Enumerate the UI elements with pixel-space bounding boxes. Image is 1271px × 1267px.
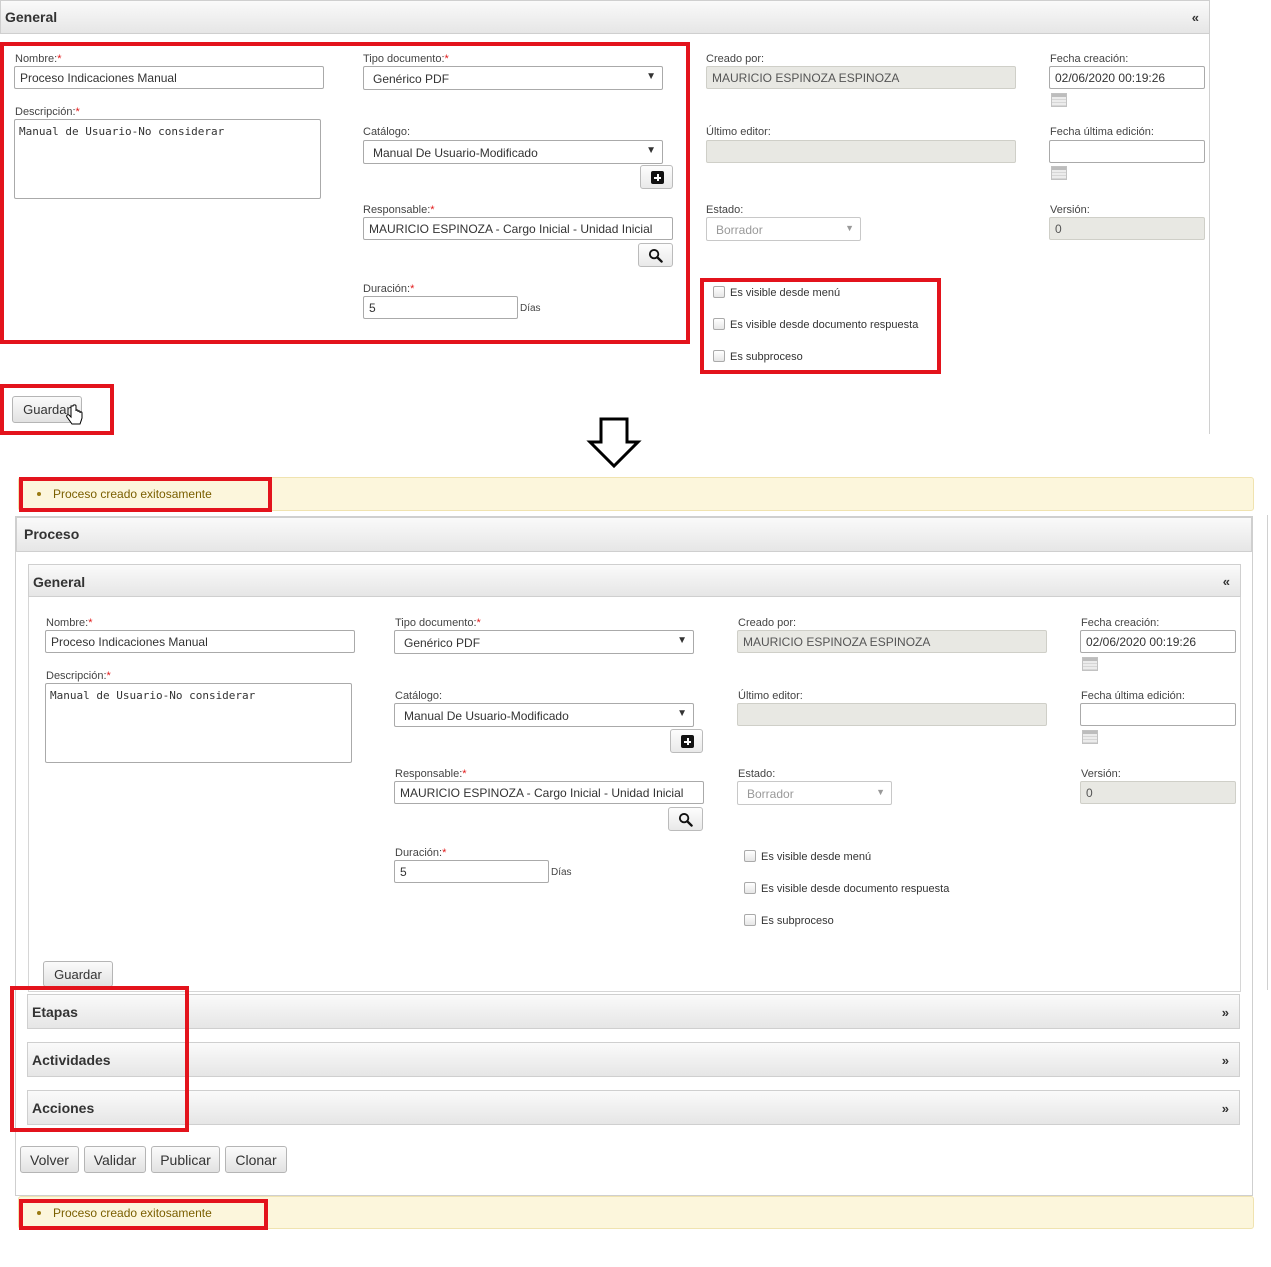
proceso-header: Proceso (16, 517, 1252, 552)
checkbox[interactable] (744, 882, 756, 894)
expand-icon[interactable]: » (1222, 1053, 1229, 1068)
search-icon (678, 812, 693, 827)
highlight-checkboxes (700, 278, 941, 374)
clonar-button[interactable]: Clonar (225, 1146, 287, 1173)
publicar-button[interactable]: Publicar (151, 1146, 220, 1173)
calendar-icon[interactable] (1051, 93, 1067, 107)
expand-icon[interactable]: » (1222, 1101, 1229, 1116)
general-panel-header[interactable]: General « (0, 0, 1210, 34)
fecha-creacion-input[interactable]: 02/06/2020 00:19:26 (1049, 66, 1205, 89)
fecha-ultima-edicion-input[interactable] (1049, 140, 1205, 163)
dropdown-arrow-icon: ▼ (845, 223, 854, 233)
estado-select: Borrador ▼ (706, 217, 861, 241)
duracion-label: Duración:* (395, 847, 447, 859)
nombre-label: Nombre:* (46, 617, 93, 629)
section-acciones[interactable]: Acciones » (27, 1090, 1240, 1125)
fecha-ultima-edicion-label: Fecha última edición: (1081, 690, 1185, 702)
responsable-input[interactable]: MAURICIO ESPINOZA - Cargo Inicial - Unid… (394, 781, 704, 804)
tipo-documento-label: Tipo documento:* (395, 617, 481, 629)
calendar-icon[interactable] (1082, 657, 1098, 671)
general-panel-header[interactable]: General « (28, 564, 1241, 597)
creado-por-label: Creado por: (706, 53, 765, 65)
dropdown-arrow-icon: ▼ (876, 787, 885, 797)
fecha-ultima-edicion-label: Fecha última edición: (1050, 126, 1154, 138)
fecha-creacion-input[interactable]: 02/06/2020 00:19:26 (1080, 630, 1236, 653)
duracion-unit: Días (551, 867, 572, 878)
ultimo-editor-label: Último editor: (738, 690, 803, 702)
section-etapas[interactable]: Etapas » (27, 994, 1240, 1029)
section-actividades[interactable]: Actividades » (27, 1042, 1240, 1077)
catalogo-select[interactable]: Manual De Usuario-Modificado ▼ (394, 703, 694, 727)
descripcion-textarea[interactable]: Manual de Usuario-No considerar (45, 683, 352, 763)
responsable-label: Responsable:* (395, 768, 467, 780)
fecha-ultima-edicion-input[interactable] (1080, 703, 1236, 726)
fecha-creacion-label: Fecha creación: (1050, 53, 1129, 65)
collapse-icon[interactable]: « (1192, 10, 1199, 25)
general-title: General (5, 9, 58, 25)
catalogo-label: Catálogo: (395, 690, 443, 702)
panel-right-border (1209, 34, 1210, 434)
plus-icon (681, 735, 694, 748)
down-arrow-icon (586, 417, 642, 469)
general-container (28, 564, 1241, 992)
version-field: 0 (1049, 217, 1205, 240)
highlight-guardar (0, 384, 114, 435)
creado-por-label: Creado por: (738, 617, 797, 629)
estado-label: Estado: (738, 768, 776, 780)
checkbox[interactable] (744, 850, 756, 862)
highlight-bottom-message (19, 1199, 268, 1230)
dropdown-arrow-icon: ▼ (677, 635, 687, 646)
right-edge-line (1267, 515, 1268, 990)
nombre-input[interactable]: Proceso Indicaciones Manual (45, 630, 355, 653)
ultimo-editor-label: Último editor: (706, 126, 771, 138)
calendar-icon[interactable] (1051, 166, 1067, 180)
checkbox-visible-documento-respuesta[interactable]: Es visible desde documento respuesta (744, 882, 949, 895)
calendar-icon[interactable] (1082, 730, 1098, 744)
checkbox[interactable] (744, 914, 756, 926)
fecha-creacion-label: Fecha creación: (1081, 617, 1160, 629)
proceso-title: Proceso (24, 526, 80, 542)
ultimo-editor-field (737, 703, 1047, 726)
duracion-input[interactable]: 5 (394, 860, 549, 883)
expand-icon[interactable]: » (1222, 1005, 1229, 1020)
checkbox-subproceso[interactable]: Es subproceso (744, 914, 834, 927)
version-label: Versión: (1081, 768, 1121, 780)
add-catalog-button[interactable] (670, 729, 703, 753)
creado-por-field: MAURICIO ESPINOZA ESPINOZA (737, 630, 1047, 653)
tipo-documento-select[interactable]: Genérico PDF ▼ (394, 630, 694, 654)
creado-por-field: MAURICIO ESPINOZA ESPINOZA (706, 66, 1016, 89)
checkbox-visible-menu[interactable]: Es visible desde menú (744, 850, 871, 863)
estado-label: Estado: (706, 204, 744, 216)
search-responsable-button[interactable] (668, 807, 703, 831)
highlight-sections (10, 986, 189, 1132)
descripcion-label: Descripción:* (46, 670, 111, 682)
validar-button[interactable]: Validar (84, 1146, 146, 1173)
volver-button[interactable]: Volver (20, 1146, 79, 1173)
guardar-button[interactable]: Guardar (43, 961, 113, 987)
estado-select: Borrador ▼ (737, 781, 892, 805)
version-field: 0 (1080, 781, 1236, 804)
general-title: General (33, 574, 86, 590)
dropdown-arrow-icon: ▼ (677, 708, 687, 719)
ultimo-editor-field (706, 140, 1016, 163)
highlight-success-message (19, 477, 272, 512)
collapse-icon[interactable]: « (1223, 574, 1230, 589)
version-label: Versión: (1050, 204, 1090, 216)
highlight-form-fields (0, 42, 690, 344)
